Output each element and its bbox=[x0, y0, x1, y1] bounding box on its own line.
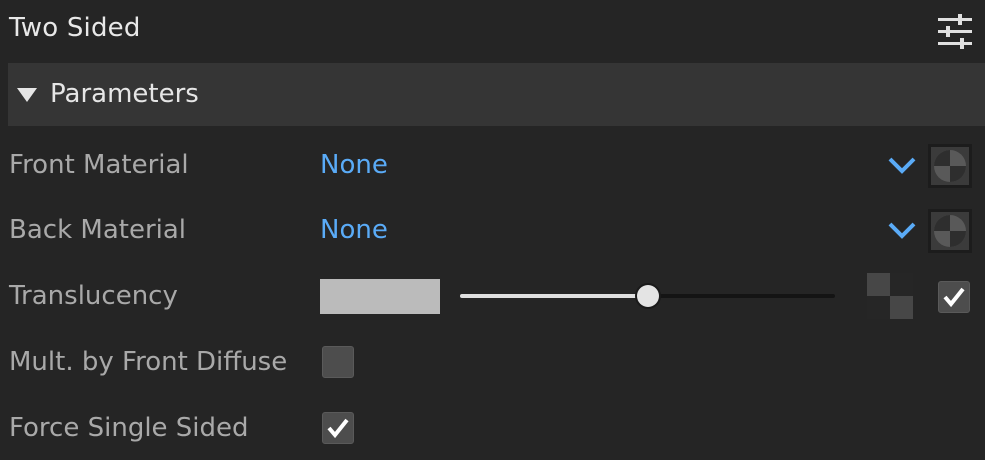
translucency-map-button[interactable] bbox=[867, 273, 913, 319]
mult-front-diffuse-checkbox[interactable] bbox=[322, 346, 354, 378]
section-label: Parameters bbox=[50, 79, 199, 109]
slider-fill bbox=[460, 294, 648, 298]
checkmark-icon bbox=[327, 418, 349, 439]
material-icon bbox=[934, 215, 966, 247]
translucency-slider[interactable] bbox=[460, 285, 835, 307]
back-material-value[interactable]: None bbox=[320, 215, 388, 245]
slider-thumb[interactable] bbox=[636, 285, 659, 307]
front-material-value[interactable]: None bbox=[320, 150, 388, 180]
translucency-enable-checkbox[interactable] bbox=[938, 281, 970, 313]
front-material-label: Front Material bbox=[9, 150, 189, 180]
chevron-down-icon[interactable] bbox=[887, 221, 917, 241]
back-material-label: Back Material bbox=[9, 215, 187, 245]
back-material-button[interactable] bbox=[928, 209, 972, 253]
panel-title: Two Sided bbox=[9, 13, 141, 43]
force-single-sided-checkbox[interactable] bbox=[322, 412, 354, 444]
front-material-button[interactable] bbox=[928, 144, 972, 188]
checkmark-icon bbox=[943, 287, 965, 308]
material-icon bbox=[934, 150, 966, 182]
chevron-down-icon[interactable] bbox=[887, 156, 917, 176]
force-single-sided-label: Force Single Sided bbox=[9, 413, 249, 443]
sliders-icon bbox=[938, 14, 972, 49]
triangle-down-icon bbox=[17, 88, 37, 102]
translucency-label: Translucency bbox=[9, 281, 178, 311]
translucency-color-swatch[interactable] bbox=[320, 279, 440, 314]
mult-front-diffuse-label: Mult. by Front Diffuse bbox=[9, 347, 288, 377]
settings-button[interactable] bbox=[936, 12, 974, 50]
parameters-section-header[interactable]: Parameters bbox=[8, 63, 985, 126]
